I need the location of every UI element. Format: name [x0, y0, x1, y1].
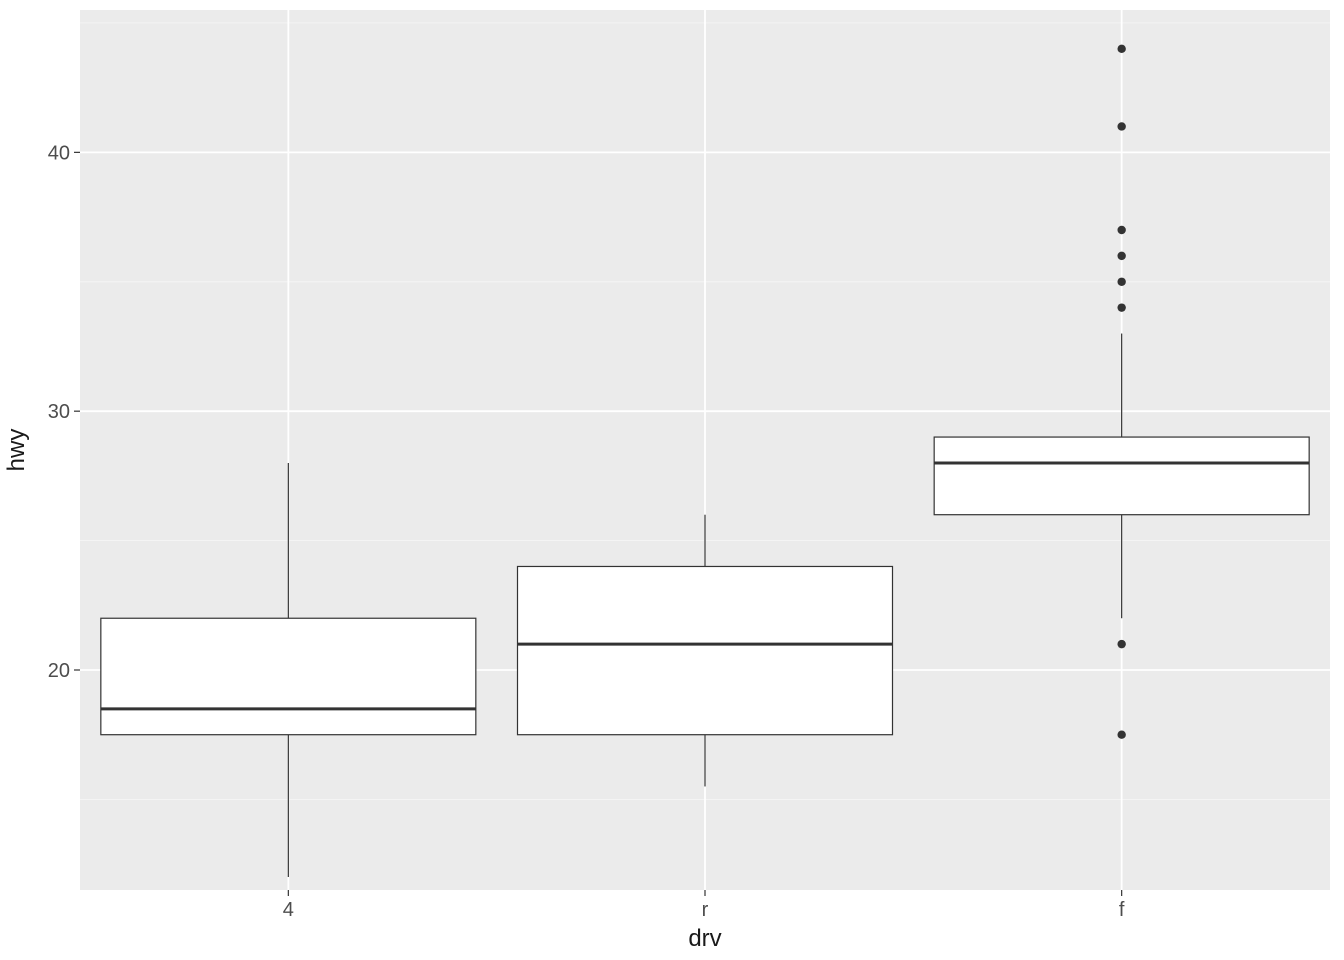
outlier-point — [1117, 45, 1125, 53]
outlier-point — [1117, 122, 1125, 130]
box — [518, 566, 893, 734]
outlier-point — [1117, 226, 1125, 234]
x-tick-label: f — [1119, 899, 1125, 921]
plot-svg: 20 30 40 4 r f hwy drv — [0, 0, 1344, 960]
x-axis-title: drv — [688, 925, 721, 952]
x-tick-label: r — [702, 899, 709, 921]
outlier-point — [1117, 252, 1125, 260]
box — [934, 437, 1309, 515]
y-tick-label: 20 — [48, 660, 70, 682]
outlier-point — [1117, 303, 1125, 311]
y-tick-label: 40 — [48, 142, 70, 164]
outlier-point — [1117, 278, 1125, 286]
y-axis-title: hwy — [3, 429, 30, 472]
y-tick-label: 30 — [48, 401, 70, 423]
outlier-point — [1117, 640, 1125, 648]
outlier-point — [1117, 731, 1125, 739]
x-tick-label: 4 — [283, 899, 294, 921]
boxplot-chart: 20 30 40 4 r f hwy drv — [0, 0, 1344, 960]
box — [101, 618, 476, 734]
